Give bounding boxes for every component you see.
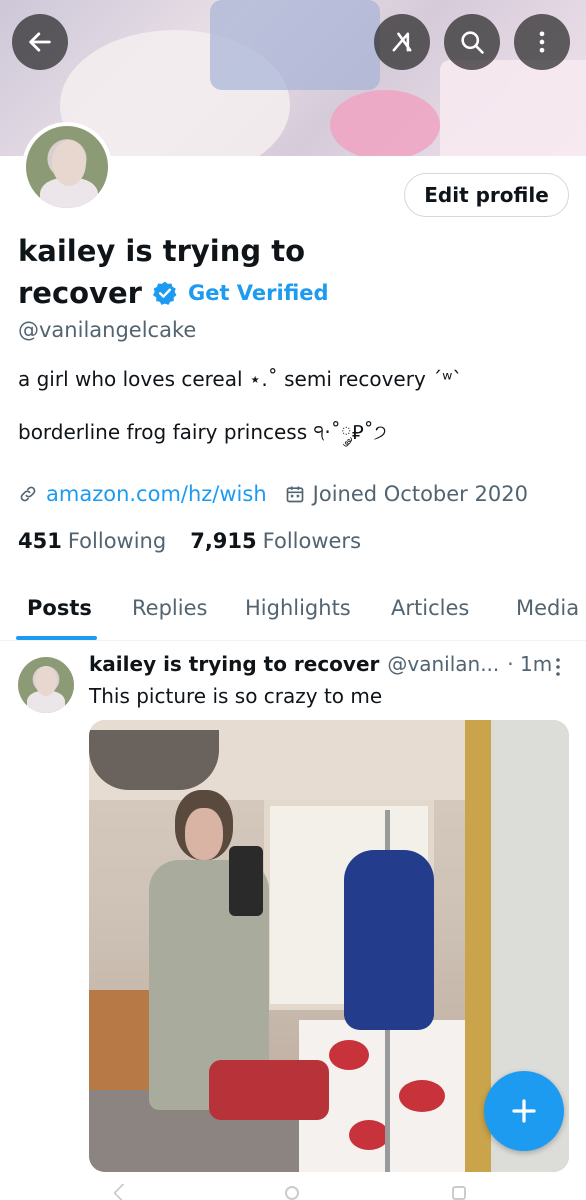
photo-region (399, 1080, 445, 1112)
post-header: kailey is trying to recover @vanilan... … (89, 652, 552, 676)
verified-badge-icon[interactable] (152, 280, 178, 306)
joined-date: Joined October 2020 (312, 482, 528, 506)
profile-website-link[interactable]: amazon.com/hz/wish (46, 482, 267, 506)
display-name: kailey is trying to (18, 234, 305, 268)
tab-media[interactable]: Media (516, 596, 579, 620)
profile-tabs: Posts Replies Highlights Articles Media (0, 580, 586, 641)
avatar-figure (52, 140, 86, 186)
post-author-handle[interactable]: @vanilan... (387, 652, 499, 676)
tab-posts[interactable]: Posts (27, 596, 92, 620)
following-label: Following (67, 529, 167, 553)
photo-region (185, 808, 223, 860)
avatar[interactable] (22, 122, 112, 212)
photo-region (229, 846, 263, 916)
following-count: 451 (18, 529, 62, 553)
photo-region (344, 850, 434, 1030)
plus-icon (512, 1099, 536, 1123)
following-link[interactable]: 451 Following (18, 529, 166, 553)
bio-line: a girl who loves cereal ⋆.˚ semi recover… (18, 367, 463, 391)
grok-button[interactable] (374, 14, 430, 70)
calendar-icon (286, 486, 303, 503)
banner-decoration (440, 60, 586, 156)
profile-meta: amazon.com/hz/wish Joined October 2020 (18, 482, 528, 506)
back-button[interactable] (12, 14, 68, 70)
followers-count: 7,915 (190, 529, 257, 553)
photo-region (329, 1040, 369, 1070)
profile-handle: @vanilangelcake (18, 318, 197, 342)
bio-line: borderline frog fairy princess ੧·˚༘⃊˚੭ (18, 420, 387, 444)
search-button[interactable] (444, 14, 500, 70)
display-name-row: recover Get Verified (18, 272, 329, 314)
tab-articles[interactable]: Articles (391, 596, 469, 620)
search-icon (461, 31, 484, 54)
back-arrow-icon (29, 32, 51, 52)
compose-post-button[interactable] (484, 1071, 564, 1151)
active-tab-indicator (16, 636, 97, 640)
tab-highlights[interactable]: Highlights (245, 596, 351, 620)
post-avatar[interactable] (18, 657, 74, 713)
link-icon (20, 486, 36, 502)
post-author-name[interactable]: kailey is trying to recover (89, 652, 379, 676)
followers-link[interactable]: 7,915 Followers (190, 529, 361, 553)
post-more-icon[interactable] (548, 655, 568, 679)
grok-icon (392, 32, 412, 52)
post-timestamp: · 1m (507, 652, 553, 676)
photo-region (209, 1060, 329, 1120)
followers-label: Followers (262, 529, 362, 553)
more-vertical-icon (539, 31, 545, 53)
photo-region (349, 1120, 389, 1150)
tab-replies[interactable]: Replies (132, 596, 207, 620)
more-button[interactable] (514, 14, 570, 70)
edit-profile-button[interactable]: Edit profile (404, 173, 569, 217)
get-verified-link[interactable]: Get Verified (188, 281, 329, 305)
post-text: This picture is so crazy to me (89, 684, 383, 708)
nav-recents-icon[interactable] (452, 1186, 466, 1200)
display-name-cont: recover (18, 276, 142, 310)
nav-home-icon[interactable] (285, 1186, 299, 1200)
avatar-figure (35, 666, 57, 696)
banner-decoration (210, 0, 380, 90)
banner-decoration (330, 90, 440, 156)
nav-back-icon[interactable] (113, 1183, 133, 1200)
follow-counts: 451 Following 7,915 Followers (18, 529, 361, 553)
system-nav-bar (0, 1180, 586, 1200)
photo-region (89, 730, 219, 790)
